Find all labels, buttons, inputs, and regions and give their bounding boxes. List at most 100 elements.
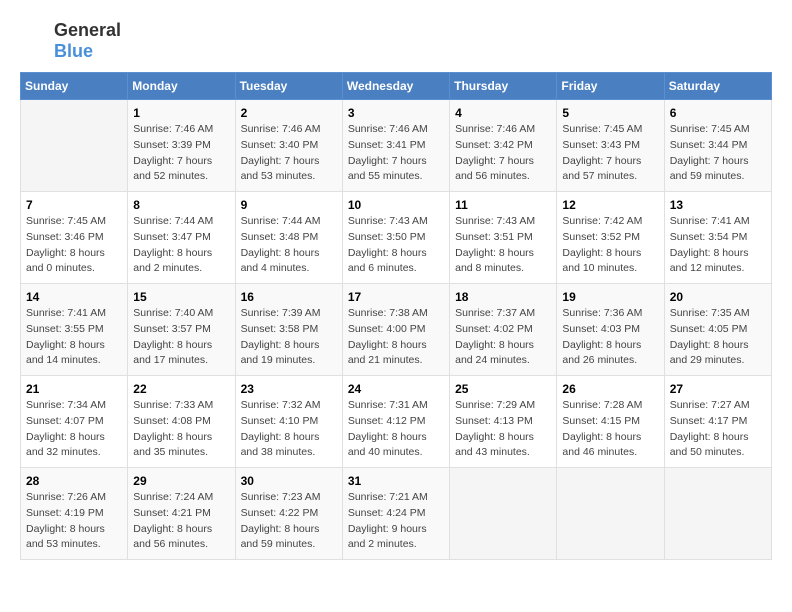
day-number: 1 [133,106,229,120]
day-number: 27 [670,382,766,396]
weekday-header: Monday [128,73,235,100]
day-number: 12 [562,198,658,212]
calendar-cell: 31 Sunrise: 7:21 AMSunset: 4:24 PMDayligh… [342,468,449,560]
calendar-cell: 30Sunrise: 7:23 AMSunset: 4:22 PMDayligh… [235,468,342,560]
day-info: Sunrise: 7:29 AMSunset: 4:13 PMDaylight:… [455,398,551,461]
day-number: 15 [133,290,229,304]
day-info: Sunrise: 7:40 AMSunset: 3:57 PMDaylight:… [133,306,229,369]
day-number: 6 [670,106,766,120]
weekday-header: Sunday [21,73,128,100]
logo-icon [20,26,50,56]
day-number: 28 [26,474,122,488]
calendar-cell: 23Sunrise: 7:32 AMSunset: 4:10 PMDayligh… [235,376,342,468]
calendar-cell: 1 Sunrise: 7:46 AMSunset: 3:39 PMDaylight… [128,100,235,192]
day-number: 26 [562,382,658,396]
calendar-cell: 19Sunrise: 7:36 AMSunset: 4:03 PMDayligh… [557,284,664,376]
weekday-header: Wednesday [342,73,449,100]
calendar-cell: 18 Sunrise: 7:37 AMSunset: 4:02 PMDayligh… [450,284,557,376]
calendar-week-row: 28 Sunrise: 7:26 AMSunset: 4:19 PMDayligh… [21,468,772,560]
day-number: 4 [455,106,551,120]
day-number: 22 [133,382,229,396]
calendar-cell: 26Sunrise: 7:28 AMSunset: 4:15 PMDayligh… [557,376,664,468]
calendar-cell: 3 Sunrise: 7:46 AMSunset: 3:41 PMDaylight… [342,100,449,192]
day-info: Sunrise: 7:37 AMSunset: 4:02 PMDaylight:… [455,306,551,369]
calendar-cell: 4 Sunrise: 7:46 AMSunset: 3:42 PMDaylight… [450,100,557,192]
day-info: Sunrise: 7:46 AMSunset: 3:42 PMDaylight:… [455,122,551,185]
calendar-cell [450,468,557,560]
calendar-cell: 12 Sunrise: 7:42 AMSunset: 3:52 PMDayligh… [557,192,664,284]
day-info: Sunrise: 7:44 AMSunset: 3:48 PMDaylight:… [241,214,337,277]
day-info: Sunrise: 7:46 AMSunset: 3:39 PMDaylight:… [133,122,229,185]
calendar-cell: 11Sunrise: 7:43 AMSunset: 3:51 PMDayligh… [450,192,557,284]
day-info: Sunrise: 7:44 AMSunset: 3:47 PMDaylight:… [133,214,229,277]
day-number: 23 [241,382,337,396]
day-number: 3 [348,106,444,120]
weekday-header-row: SundayMondayTuesdayWednesdayThursdayFrid… [21,73,772,100]
calendar-week-row: 14 Sunrise: 7:41 AMSunset: 3:55 PMDayligh… [21,284,772,376]
day-number: 14 [26,290,122,304]
calendar-cell: 16Sunrise: 7:39 AMSunset: 3:58 PMDayligh… [235,284,342,376]
calendar-table: SundayMondayTuesdayWednesdayThursdayFrid… [20,72,772,560]
day-info: Sunrise: 7:41 AMSunset: 3:55 PMDaylight:… [26,306,122,369]
day-info: Sunrise: 7:38 AMSunset: 4:00 PMDaylight:… [348,306,444,369]
day-info: Sunrise: 7:45 AMSunset: 3:43 PMDaylight:… [562,122,658,185]
logo-text: General Blue [54,20,121,62]
day-number: 18 [455,290,551,304]
calendar-cell: 15 Sunrise: 7:40 AMSunset: 3:57 PMDayligh… [128,284,235,376]
calendar-cell: 6Sunrise: 7:45 AMSunset: 3:44 PMDaylight… [664,100,771,192]
day-number: 24 [348,382,444,396]
day-number: 20 [670,290,766,304]
day-number: 19 [562,290,658,304]
day-info: Sunrise: 7:34 AMSunset: 4:07 PMDaylight:… [26,398,122,461]
calendar-week-row: 1 Sunrise: 7:46 AMSunset: 3:39 PMDaylight… [21,100,772,192]
day-info: Sunrise: 7:46 AMSunset: 3:41 PMDaylight:… [348,122,444,185]
calendar-cell: 20 Sunrise: 7:35 AMSunset: 4:05 PMDayligh… [664,284,771,376]
day-info: Sunrise: 7:35 AMSunset: 4:05 PMDaylight:… [670,306,766,369]
calendar-cell: 7 Sunrise: 7:45 AMSunset: 3:46 PMDaylight… [21,192,128,284]
calendar-cell: 27 Sunrise: 7:27 AMSunset: 4:17 PMDayligh… [664,376,771,468]
day-info: Sunrise: 7:31 AMSunset: 4:12 PMDaylight:… [348,398,444,461]
day-info: Sunrise: 7:45 AMSunset: 3:46 PMDaylight:… [26,214,122,277]
day-number: 2 [241,106,337,120]
page-header: General Blue [20,20,772,62]
day-number: 8 [133,198,229,212]
day-number: 31 [348,474,444,488]
calendar-cell [21,100,128,192]
calendar-cell: 9Sunrise: 7:44 AMSunset: 3:48 PMDaylight… [235,192,342,284]
calendar-cell [557,468,664,560]
day-info: Sunrise: 7:43 AMSunset: 3:50 PMDaylight:… [348,214,444,277]
weekday-header: Friday [557,73,664,100]
weekday-header: Saturday [664,73,771,100]
day-number: 13 [670,198,766,212]
day-info: Sunrise: 7:27 AMSunset: 4:17 PMDaylight:… [670,398,766,461]
day-number: 17 [348,290,444,304]
calendar-cell: 24 Sunrise: 7:31 AMSunset: 4:12 PMDayligh… [342,376,449,468]
calendar-cell: 8 Sunrise: 7:44 AMSunset: 3:47 PMDaylight… [128,192,235,284]
calendar-cell: 5 Sunrise: 7:45 AMSunset: 3:43 PMDaylight… [557,100,664,192]
calendar-week-row: 7 Sunrise: 7:45 AMSunset: 3:46 PMDaylight… [21,192,772,284]
calendar-cell [664,468,771,560]
day-number: 5 [562,106,658,120]
day-number: 30 [241,474,337,488]
calendar-cell: 2 Sunrise: 7:46 AMSunset: 3:40 PMDaylight… [235,100,342,192]
day-info: Sunrise: 7:26 AMSunset: 4:19 PMDaylight:… [26,490,122,553]
calendar-cell: 14 Sunrise: 7:41 AMSunset: 3:55 PMDayligh… [21,284,128,376]
day-info: Sunrise: 7:24 AMSunset: 4:21 PMDaylight:… [133,490,229,553]
day-info: Sunrise: 7:43 AMSunset: 3:51 PMDaylight:… [455,214,551,277]
calendar-cell: 28 Sunrise: 7:26 AMSunset: 4:19 PMDayligh… [21,468,128,560]
calendar-cell: 10Sunrise: 7:43 AMSunset: 3:50 PMDayligh… [342,192,449,284]
day-number: 7 [26,198,122,212]
day-info: Sunrise: 7:41 AMSunset: 3:54 PMDaylight:… [670,214,766,277]
day-info: Sunrise: 7:42 AMSunset: 3:52 PMDaylight:… [562,214,658,277]
day-info: Sunrise: 7:33 AMSunset: 4:08 PMDaylight:… [133,398,229,461]
day-info: Sunrise: 7:46 AMSunset: 3:40 PMDaylight:… [241,122,337,185]
day-number: 29 [133,474,229,488]
calendar-cell: 29 Sunrise: 7:24 AMSunset: 4:21 PMDayligh… [128,468,235,560]
logo: General Blue [20,20,121,62]
calendar-cell: 17 Sunrise: 7:38 AMSunset: 4:00 PMDayligh… [342,284,449,376]
weekday-header: Thursday [450,73,557,100]
calendar-cell: 25Sunrise: 7:29 AMSunset: 4:13 PMDayligh… [450,376,557,468]
day-info: Sunrise: 7:21 AMSunset: 4:24 PMDaylight:… [348,490,444,553]
day-number: 21 [26,382,122,396]
calendar-week-row: 21 Sunrise: 7:34 AMSunset: 4:07 PMDayligh… [21,376,772,468]
